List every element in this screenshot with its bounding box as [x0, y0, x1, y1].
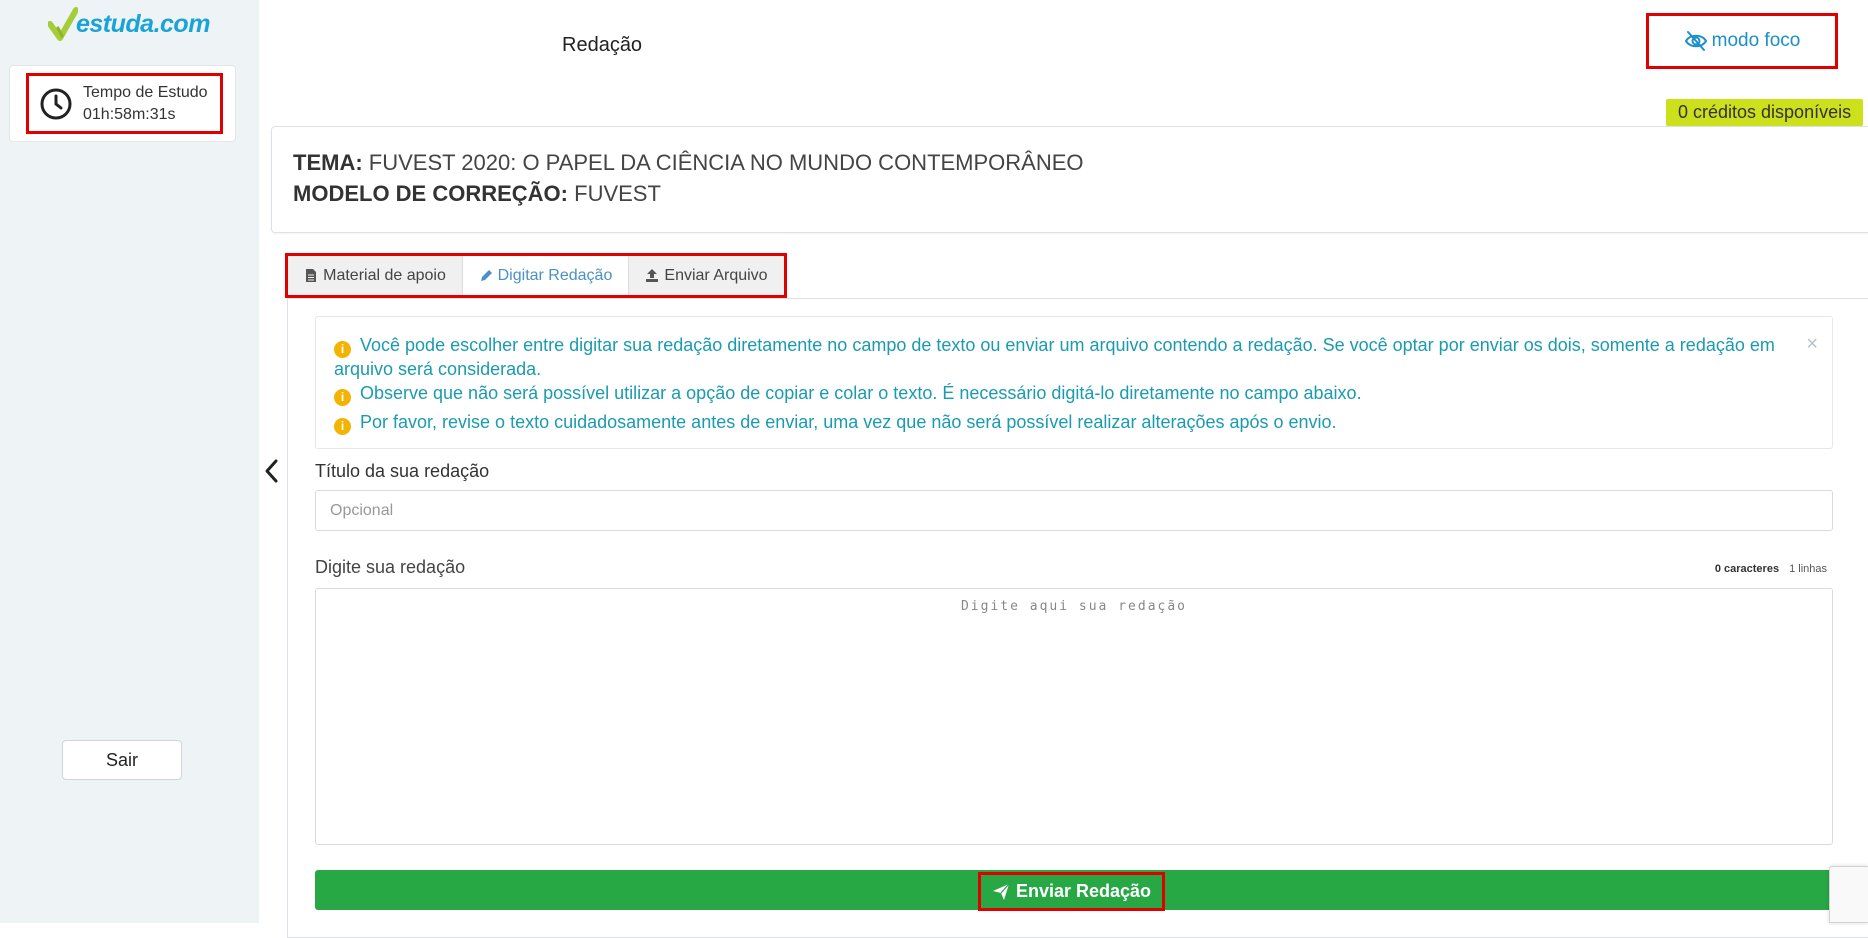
brand-name: estuda.com [76, 9, 210, 38]
credits-badge: 0 créditos disponíveis [1666, 99, 1864, 126]
study-time-value: 01h:58m:31s [83, 105, 176, 123]
alert-line: i Você pode escolher entre digitar sua re… [334, 335, 1775, 379]
logout-button[interactable]: Sair [62, 740, 182, 780]
recaptcha-badge[interactable] [1829, 866, 1868, 923]
theme-topic-key: TEMA: [293, 150, 363, 175]
char-count: 0 caracteres [1714, 563, 1780, 575]
theme-card: TEMA: FUVEST 2020: O PAPEL DA CIÊNCIA NO… [271, 126, 1868, 233]
paper-plane-icon [992, 883, 1010, 900]
chevron-left-icon[interactable] [263, 458, 279, 484]
essay-field-label: Digite sua redação [315, 557, 466, 577]
essay-textarea[interactable] [315, 588, 1833, 845]
theme-model-key: MODELO DE CORREÇÃO: [293, 181, 568, 206]
submit-essay-highlight[interactable]: Enviar Redação [978, 872, 1165, 911]
study-time-highlight: Tempo de Estudo 01h:58m:31s [26, 73, 223, 134]
alert-line: i Observe que não será possível utilizar … [334, 382, 1792, 406]
theme-model-value: FUVEST [574, 181, 661, 206]
theme-topic: TEMA: FUVEST 2020: O PAPEL DA CIÊNCIA NO… [293, 150, 1084, 176]
sidebar: estuda.com Tempo de Estudo 01h:58m:31s S… [0, 0, 259, 923]
submit-label: Enviar Redação [1015, 881, 1152, 901]
info-icon: i [334, 418, 351, 435]
info-icon: i [334, 341, 351, 358]
focus-mode-label: modo foco [1711, 30, 1801, 51]
brand-logo[interactable]: estuda.com [48, 6, 210, 42]
essay-counter: 0 caracteres 1 linhas [1715, 563, 1827, 575]
info-icon: i [334, 389, 351, 406]
study-time-label: Tempo de Estudo [83, 83, 208, 101]
theme-topic-value: FUVEST 2020: O PAPEL DA CIÊNCIA NO MUNDO… [368, 150, 1084, 175]
essay-title-input[interactable] [315, 490, 1833, 531]
close-icon[interactable]: × [1806, 333, 1818, 356]
eye-slash-icon [1684, 31, 1707, 51]
focus-mode-button[interactable]: modo foco [1646, 13, 1838, 69]
clock-icon [40, 88, 72, 119]
theme-model: MODELO DE CORREÇÃO: FUVEST [293, 181, 661, 207]
tabs-highlight [285, 253, 787, 298]
check-logo-icon [48, 7, 78, 41]
study-time-card: Tempo de Estudo 01h:58m:31s [9, 65, 236, 142]
page-title: Redação [562, 34, 643, 56]
line-count: 1 linhas [1789, 563, 1827, 575]
info-alert: × i Você pode escolher entre digitar sua … [315, 316, 1833, 449]
alert-line: i Por favor, revise o texto cuidadosament… [334, 411, 1792, 435]
title-field-label: Título da sua redação [315, 461, 490, 481]
